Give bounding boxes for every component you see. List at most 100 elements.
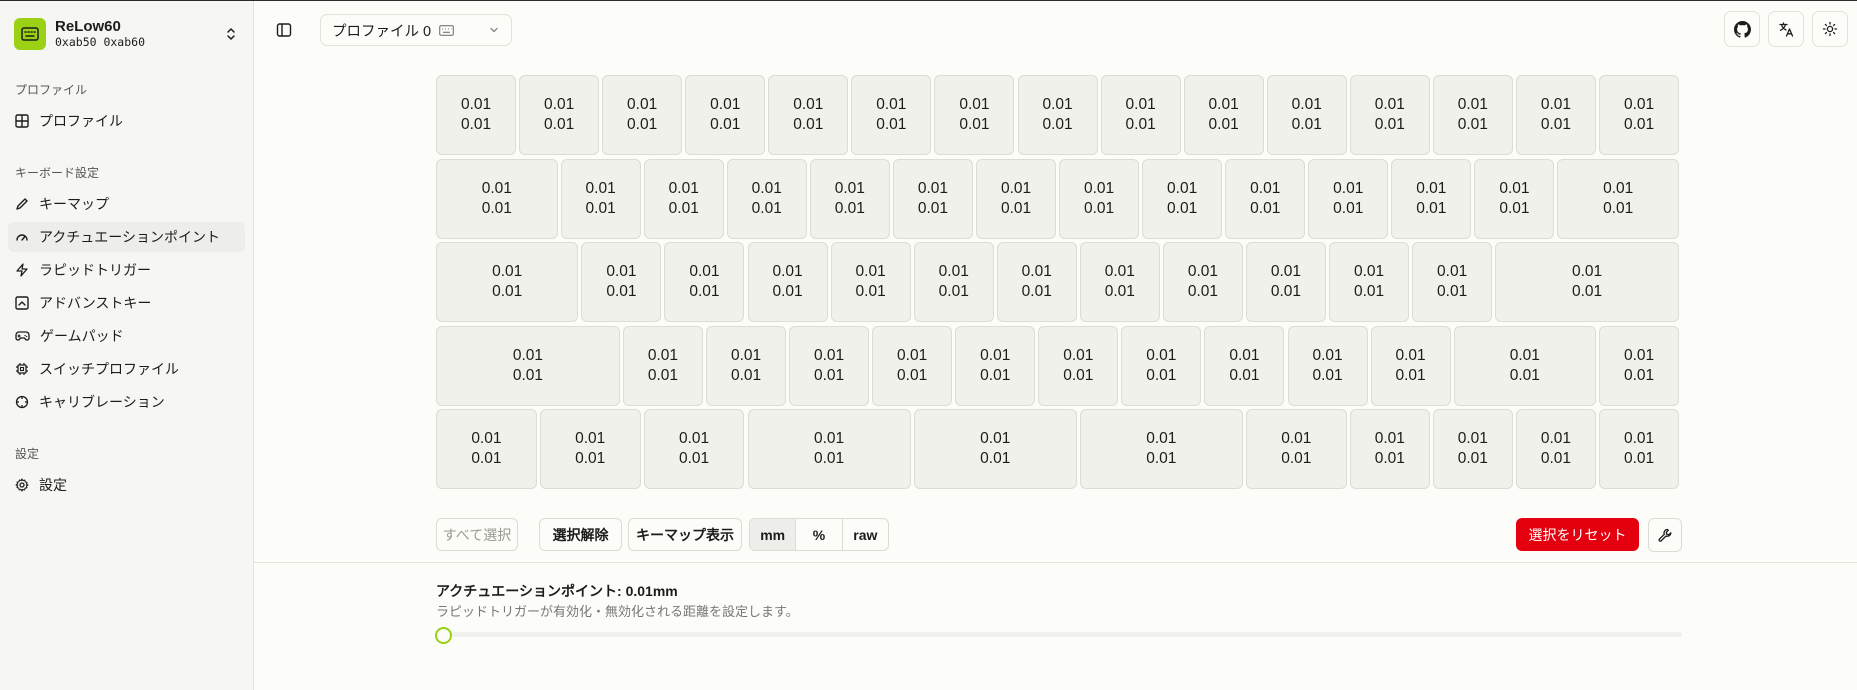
gamepad-icon [15, 331, 30, 341]
device-name: ReLow60 [55, 18, 121, 35]
key-r2-c6[interactable]: 0.01 0.01 [996, 242, 1077, 322]
key-r1-c1[interactable]: 0.01 0.01 [560, 158, 641, 239]
tools-button[interactable] [1648, 518, 1682, 552]
actuation-slider-thumb[interactable] [435, 627, 452, 644]
key-r1-c7[interactable]: 0.01 0.01 [1059, 158, 1140, 239]
deselect-button[interactable]: 選択解除 [539, 518, 622, 551]
key-r2-c10[interactable]: 0.01 0.01 [1329, 242, 1410, 322]
key-r3-c1[interactable]: 0.01 0.01 [622, 325, 703, 406]
key-value-top: 0.01 [1623, 346, 1655, 364]
key-r2-c8[interactable]: 0.01 0.01 [1162, 242, 1243, 322]
key-r3-c2[interactable]: 0.01 0.01 [706, 325, 787, 406]
key-r0-c13[interactable]: 0.01 0.01 [1515, 75, 1596, 155]
key-value-top: 0.01 [1291, 96, 1322, 113]
key-r0-c11[interactable]: 0.01 0.01 [1349, 75, 1430, 155]
key-r2-c12[interactable]: 0.01 0.01 [1495, 242, 1679, 322]
key-r0-c5[interactable]: 0.01 0.01 [851, 75, 932, 155]
key-r2-c0[interactable]: 0.01 0.01 [436, 242, 579, 322]
unit-raw-button[interactable]: raw [843, 519, 888, 550]
key-r0-c9[interactable]: 0.01 0.01 [1183, 75, 1264, 155]
key-r3-c10[interactable]: 0.01 0.01 [1370, 325, 1451, 406]
github-button[interactable] [1724, 11, 1760, 47]
key-r1-c6[interactable]: 0.01 0.01 [976, 158, 1057, 239]
actuation-slider-track[interactable] [442, 632, 1682, 637]
sidebar-item-calibration[interactable]: キャリブレーション [8, 387, 245, 417]
reset-selection-button[interactable]: 選択をリセット [1516, 518, 1639, 551]
key-r0-c14[interactable]: 0.01 0.01 [1599, 75, 1680, 155]
key-r2-c5[interactable]: 0.01 0.01 [913, 242, 994, 322]
key-r2-c9[interactable]: 0.01 0.01 [1245, 242, 1326, 322]
key-r2-c7[interactable]: 0.01 0.01 [1079, 242, 1160, 322]
key-r1-c5[interactable]: 0.01 0.01 [892, 158, 973, 239]
key-r3-c6[interactable]: 0.01 0.01 [1038, 325, 1119, 406]
key-r1-c12[interactable]: 0.01 0.01 [1474, 158, 1555, 239]
key-r2-c3[interactable]: 0.01 0.01 [747, 242, 828, 322]
key-r0-c2[interactable]: 0.01 0.01 [602, 75, 683, 155]
theme-toggle-button[interactable] [1812, 11, 1848, 47]
unit-percent-button[interactable]: % [796, 519, 843, 550]
key-r1-c4[interactable]: 0.01 0.01 [809, 158, 890, 239]
key-r4-c5[interactable]: 0.01 0.01 [1079, 409, 1243, 489]
key-r0-c8[interactable]: 0.01 0.01 [1100, 75, 1181, 155]
key-r0-c12[interactable]: 0.01 0.01 [1432, 75, 1513, 155]
profile-select[interactable]: プロファイル 0 [320, 14, 512, 46]
sidebar-toggle-button[interactable] [266, 12, 302, 48]
language-button[interactable] [1768, 11, 1804, 47]
key-value-bottom: 0.01 [1623, 116, 1655, 133]
key-r1-c10[interactable]: 0.01 0.01 [1308, 158, 1389, 239]
key-value-bottom: 0.01 [1063, 366, 1094, 384]
sidebar-item-settings[interactable]: 設定 [8, 470, 245, 500]
key-r3-c12[interactable]: 0.01 0.01 [1599, 325, 1680, 406]
key-r4-c8[interactable]: 0.01 0.01 [1432, 409, 1513, 489]
key-r1-c9[interactable]: 0.01 0.01 [1225, 158, 1306, 239]
key-value-top: 0.01 [1187, 263, 1219, 280]
sidebar-item-profile[interactable]: プロファイル [8, 106, 245, 136]
sidebar-item-switch-profile[interactable]: スイッチプロファイル [8, 354, 245, 384]
key-r1-c8[interactable]: 0.01 0.01 [1142, 158, 1223, 239]
key-r3-c0[interactable]: 0.01 0.01 [436, 325, 620, 406]
key-r4-c10[interactable]: 0.01 0.01 [1599, 409, 1680, 489]
key-r2-c1[interactable]: 0.01 0.01 [581, 242, 662, 322]
key-r0-c0[interactable]: 0.01 0.01 [436, 75, 517, 155]
unit-mm-button[interactable]: mm [750, 519, 797, 550]
key-r0-c4[interactable]: 0.01 0.01 [768, 75, 849, 155]
key-r4-c1[interactable]: 0.01 0.01 [539, 409, 641, 489]
key-r1-c0[interactable]: 0.01 0.01 [436, 158, 558, 239]
key-r3-c9[interactable]: 0.01 0.01 [1287, 325, 1368, 406]
key-r3-c11[interactable]: 0.01 0.01 [1453, 325, 1596, 406]
sidebar-item-advanced-keys[interactable]: アドバンストキー [8, 288, 245, 318]
key-r3-c7[interactable]: 0.01 0.01 [1121, 325, 1202, 406]
key-r4-c3[interactable]: 0.01 0.01 [747, 409, 911, 489]
sidebar-item-actuation-point[interactable]: アクチュエーションポイント [8, 222, 245, 252]
key-r1-c3[interactable]: 0.01 0.01 [726, 158, 807, 239]
key-r0-c1[interactable]: 0.01 0.01 [519, 75, 600, 155]
key-r4-c0[interactable]: 0.01 0.01 [436, 409, 537, 489]
show-keymap-button[interactable]: キーマップ表示 [628, 518, 742, 551]
key-r3-c4[interactable]: 0.01 0.01 [872, 325, 953, 406]
key-r3-c8[interactable]: 0.01 0.01 [1204, 325, 1285, 406]
sidebar-item-gamepad[interactable]: ゲームパッド [8, 321, 245, 351]
key-value-bottom: 0.01 [793, 116, 824, 133]
key-r0-c3[interactable]: 0.01 0.01 [685, 75, 766, 155]
key-r0-c6[interactable]: 0.01 0.01 [934, 75, 1015, 155]
key-r4-c6[interactable]: 0.01 0.01 [1245, 409, 1347, 489]
key-r2-c2[interactable]: 0.01 0.01 [664, 242, 745, 322]
key-r4-c9[interactable]: 0.01 0.01 [1515, 409, 1596, 489]
key-r3-c3[interactable]: 0.01 0.01 [789, 325, 870, 406]
key-r4-c7[interactable]: 0.01 0.01 [1349, 409, 1430, 489]
key-r2-c4[interactable]: 0.01 0.01 [830, 242, 911, 322]
device-switcher[interactable]: ReLow60 0xab50 0xab60 [0, 1, 253, 67]
key-r4-c2[interactable]: 0.01 0.01 [643, 409, 745, 489]
key-r2-c11[interactable]: 0.01 0.01 [1412, 242, 1493, 322]
key-r3-c5[interactable]: 0.01 0.01 [955, 325, 1036, 406]
key-r1-c13[interactable]: 0.01 0.01 [1557, 158, 1679, 239]
select-all-button[interactable]: すべて選択 [436, 518, 518, 551]
key-r1-c11[interactable]: 0.01 0.01 [1391, 158, 1472, 239]
key-r4-c4[interactable]: 0.01 0.01 [913, 409, 1077, 489]
sidebar-item-keymap[interactable]: キーマップ [8, 189, 245, 219]
key-value-bottom: 0.01 [481, 199, 512, 217]
key-r0-c10[interactable]: 0.01 0.01 [1266, 75, 1347, 155]
sidebar-item-rapid-trigger[interactable]: ラピッドトリガー [8, 255, 245, 285]
key-r0-c7[interactable]: 0.01 0.01 [1017, 75, 1098, 155]
key-r1-c2[interactable]: 0.01 0.01 [643, 158, 724, 239]
